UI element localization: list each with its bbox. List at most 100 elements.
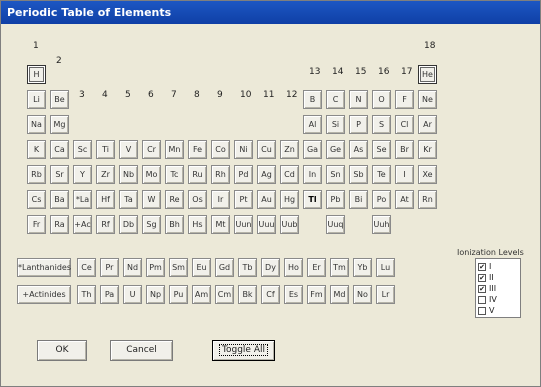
element-br[interactable]: Br: [395, 140, 414, 159]
element-pd[interactable]: Pd: [234, 165, 253, 184]
element-ba[interactable]: Ba: [50, 190, 69, 209]
element-re[interactable]: Re: [165, 190, 184, 209]
element-au[interactable]: Au: [257, 190, 276, 209]
element-tm[interactable]: Tm: [330, 258, 349, 277]
lanthanides-button[interactable]: *Lanthanides: [17, 258, 71, 277]
element-b[interactable]: B: [303, 90, 322, 109]
element-rh[interactable]: Rh: [211, 165, 230, 184]
ionization-checkbox[interactable]: [478, 296, 486, 304]
element-n[interactable]: N: [349, 90, 368, 109]
element-cl[interactable]: Cl: [395, 115, 414, 134]
ionization-checkbox[interactable]: ✔: [478, 263, 486, 271]
element-w[interactable]: W: [142, 190, 161, 209]
element-sn[interactable]: Sn: [326, 165, 345, 184]
element-se[interactable]: Se: [372, 140, 391, 159]
element-pa[interactable]: Pa: [100, 285, 119, 304]
element-hf[interactable]: Hf: [96, 190, 115, 209]
ionization-checkbox[interactable]: [478, 307, 486, 315]
element-cs[interactable]: Cs: [27, 190, 46, 209]
element-bk[interactable]: Bk: [238, 285, 257, 304]
element-pm[interactable]: Pm: [146, 258, 165, 277]
element-cd[interactable]: Cd: [280, 165, 299, 184]
cancel-button[interactable]: Cancel: [110, 340, 173, 361]
element-po[interactable]: Po: [372, 190, 391, 209]
element-mt[interactable]: Mt: [211, 215, 230, 234]
ionization-levels-list[interactable]: ✔ I ✔ II ✔ III IV V: [475, 258, 521, 318]
element-zn[interactable]: Zn: [280, 140, 299, 159]
element-cr[interactable]: Cr: [142, 140, 161, 159]
element-ca[interactable]: Ca: [50, 140, 69, 159]
element-yb[interactable]: Yb: [353, 258, 372, 277]
element-ti[interactable]: Ti: [96, 140, 115, 159]
element-es[interactable]: Es: [284, 285, 303, 304]
element-fm[interactable]: Fm: [307, 285, 326, 304]
element-db[interactable]: Db: [119, 215, 138, 234]
ionization-checkbox[interactable]: ✔: [478, 285, 486, 293]
element-be[interactable]: Be: [50, 90, 69, 109]
ionization-checkbox[interactable]: ✔: [478, 274, 486, 282]
element-er[interactable]: Er: [307, 258, 326, 277]
element-ru[interactable]: Ru: [188, 165, 207, 184]
element-fe[interactable]: Fe: [188, 140, 207, 159]
element-uub[interactable]: Uub: [280, 215, 299, 234]
element-no[interactable]: No: [353, 285, 372, 304]
element-ir[interactable]: Ir: [211, 190, 230, 209]
element-tc[interactable]: Tc: [165, 165, 184, 184]
element-ne[interactable]: Ne: [418, 90, 437, 109]
element-nb[interactable]: Nb: [119, 165, 138, 184]
element-mo[interactable]: Mo: [142, 165, 161, 184]
element-uuq[interactable]: Uuq: [326, 215, 345, 234]
element-pu[interactable]: Pu: [169, 285, 188, 304]
element-ce[interactable]: Ce: [77, 258, 96, 277]
element-np[interactable]: Np: [146, 285, 165, 304]
element-v[interactable]: V: [119, 140, 138, 159]
element-o[interactable]: O: [372, 90, 391, 109]
element-gd[interactable]: Gd: [215, 258, 234, 277]
element-li[interactable]: Li: [27, 90, 46, 109]
element-md[interactable]: Md: [330, 285, 349, 304]
element-mn[interactable]: Mn: [165, 140, 184, 159]
element-eu[interactable]: Eu: [192, 258, 211, 277]
element-c[interactable]: C: [326, 90, 345, 109]
element-h[interactable]: H: [27, 65, 46, 84]
element-s[interactable]: S: [372, 115, 391, 134]
element-y[interactable]: Y: [73, 165, 92, 184]
element-xe[interactable]: Xe: [418, 165, 437, 184]
element-he[interactable]: He: [418, 65, 437, 84]
element-ho[interactable]: Ho: [284, 258, 303, 277]
element-ni[interactable]: Ni: [234, 140, 253, 159]
element-ra[interactable]: Ra: [50, 215, 69, 234]
element-pr[interactable]: Pr: [100, 258, 119, 277]
element-rf[interactable]: Rf: [96, 215, 115, 234]
element-k[interactable]: K: [27, 140, 46, 159]
element-bi[interactable]: Bi: [349, 190, 368, 209]
element-lr[interactable]: Lr: [376, 285, 395, 304]
element-pt[interactable]: Pt: [234, 190, 253, 209]
element-fr[interactable]: Fr: [27, 215, 46, 234]
element-hg[interactable]: Hg: [280, 190, 299, 209]
element-al[interactable]: Al: [303, 115, 322, 134]
element-uun[interactable]: Uun: [234, 215, 253, 234]
element-tl[interactable]: Tl: [303, 190, 322, 209]
element-ag[interactable]: Ag: [257, 165, 276, 184]
element-i[interactable]: I: [395, 165, 414, 184]
element-ac[interactable]: +Ac: [73, 215, 92, 234]
element-u[interactable]: U: [123, 285, 142, 304]
element-os[interactable]: Os: [188, 190, 207, 209]
element-f[interactable]: F: [395, 90, 414, 109]
element-si[interactable]: Si: [326, 115, 345, 134]
element-sg[interactable]: Sg: [142, 215, 161, 234]
element-at[interactable]: At: [395, 190, 414, 209]
element-sc[interactable]: Sc: [73, 140, 92, 159]
element-rb[interactable]: Rb: [27, 165, 46, 184]
element-rn[interactable]: Rn: [418, 190, 437, 209]
actinides-button[interactable]: +Actinides: [17, 285, 71, 304]
element-th[interactable]: Th: [77, 285, 96, 304]
element-la[interactable]: *La: [73, 190, 92, 209]
ok-button[interactable]: OK: [37, 340, 87, 361]
element-ge[interactable]: Ge: [326, 140, 345, 159]
element-cu[interactable]: Cu: [257, 140, 276, 159]
element-uuh[interactable]: Uuh: [372, 215, 391, 234]
element-bh[interactable]: Bh: [165, 215, 184, 234]
element-uuu[interactable]: Uuu: [257, 215, 276, 234]
